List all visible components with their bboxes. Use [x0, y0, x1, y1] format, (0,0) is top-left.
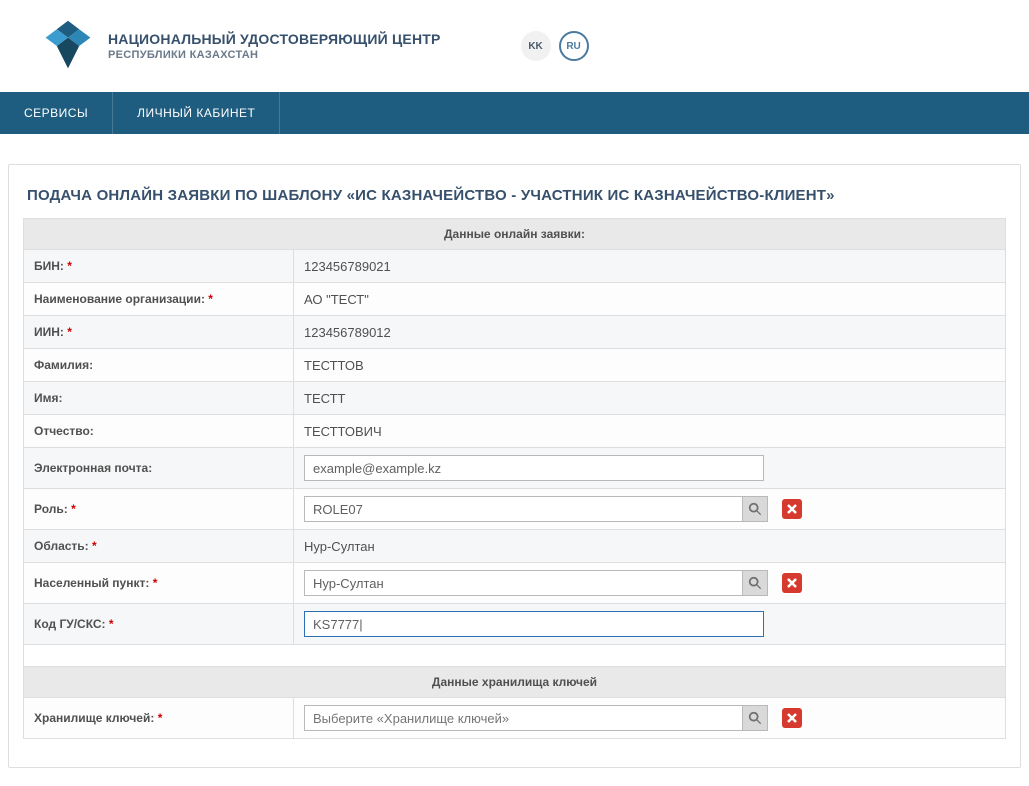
label-lastname: Фамилия:: [24, 349, 294, 382]
storage-search-button[interactable]: [742, 705, 768, 731]
search-icon: [748, 502, 762, 516]
value-org: АО "ТЕСТ": [294, 283, 1006, 316]
label-email: Электронная почта:: [24, 448, 294, 489]
value-region: Нур-Султан: [294, 530, 1006, 563]
storage-clear-button[interactable]: [782, 708, 802, 728]
label-role: Роль: *: [24, 489, 294, 530]
lang-kk-button[interactable]: KK: [521, 31, 551, 61]
city-clear-button[interactable]: [782, 573, 802, 593]
value-bin: 123456789021: [294, 250, 1006, 283]
storage-input[interactable]: [304, 705, 742, 731]
label-city: Населенный пункт: *: [24, 563, 294, 604]
code-input[interactable]: [304, 611, 764, 637]
section-header-storage: Данные хранилища ключей: [24, 667, 1006, 698]
city-input[interactable]: [304, 570, 742, 596]
role-input[interactable]: [304, 496, 742, 522]
site-subtitle: РЕСПУБЛИКИ КАЗАХСТАН: [108, 49, 441, 61]
label-iin: ИИН: *: [24, 316, 294, 349]
logo-block: НАЦИОНАЛЬНЫЙ УДОСТОВЕРЯЮЩИЙ ЦЕНТР РЕСПУБ…: [40, 18, 441, 74]
label-storage: Хранилище ключей: *: [24, 698, 294, 739]
label-bin: БИН: *: [24, 250, 294, 283]
search-icon: [748, 711, 762, 725]
search-icon: [748, 576, 762, 590]
close-icon: [787, 713, 797, 723]
close-icon: [787, 504, 797, 514]
site-title: НАЦИОНАЛЬНЫЙ УДОСТОВЕРЯЮЩИЙ ЦЕНТР: [108, 31, 441, 47]
role-search-button[interactable]: [742, 496, 768, 522]
label-org: Наименование организации: *: [24, 283, 294, 316]
lang-ru-button[interactable]: RU: [559, 31, 589, 61]
value-patronymic: ТЕСТТОВИЧ: [294, 415, 1006, 448]
value-iin: 123456789012: [294, 316, 1006, 349]
page-title: ПОДАЧА ОНЛАЙН ЗАЯВКИ ПО ШАБЛОНУ «ИС КАЗН…: [23, 179, 1006, 218]
label-code: Код ГУ/СКС: *: [24, 604, 294, 645]
nav-cabinet[interactable]: ЛИЧНЫЙ КАБИНЕТ: [113, 92, 280, 134]
site-header: НАЦИОНАЛЬНЫЙ УДОСТОВЕРЯЮЩИЙ ЦЕНТР РЕСПУБ…: [0, 0, 1029, 92]
label-region: Область: *: [24, 530, 294, 563]
main-nav: СЕРВИСЫ ЛИЧНЫЙ КАБИНЕТ: [0, 92, 1029, 134]
language-switcher: KK RU: [521, 31, 589, 61]
role-clear-button[interactable]: [782, 499, 802, 519]
section-header-application: Данные онлайн заявки:: [24, 219, 1006, 250]
nav-services[interactable]: СЕРВИСЫ: [0, 92, 113, 134]
label-firstname: Имя:: [24, 382, 294, 415]
email-input[interactable]: [304, 455, 764, 481]
value-firstname: ТЕСТТ: [294, 382, 1006, 415]
close-icon: [787, 578, 797, 588]
logo-icon: [40, 18, 96, 74]
application-form-table: Данные онлайн заявки: БИН: * 12345678902…: [23, 218, 1006, 739]
city-search-button[interactable]: [742, 570, 768, 596]
value-lastname: ТЕСТТОВ: [294, 349, 1006, 382]
form-panel: ПОДАЧА ОНЛАЙН ЗАЯВКИ ПО ШАБЛОНУ «ИС КАЗН…: [8, 164, 1021, 768]
label-patronymic: Отчество:: [24, 415, 294, 448]
